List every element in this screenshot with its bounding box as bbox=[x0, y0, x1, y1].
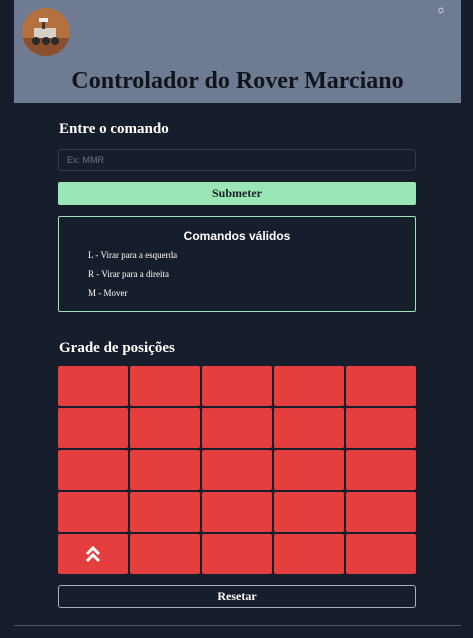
valid-commands-title: Comandos válidos bbox=[183, 229, 291, 243]
command-item-left: L - Virar para a esquerda bbox=[88, 250, 178, 260]
grid-cell bbox=[346, 408, 416, 448]
position-grid bbox=[58, 366, 416, 574]
reset-button[interactable]: Resetar bbox=[58, 585, 416, 608]
grid-cell bbox=[130, 408, 200, 448]
grid-cell bbox=[274, 408, 344, 448]
grid-cell-rover bbox=[58, 534, 128, 574]
grid-cell bbox=[202, 492, 272, 532]
grid-cell bbox=[346, 534, 416, 574]
grid-cell bbox=[58, 492, 128, 532]
grid-cell bbox=[202, 366, 272, 406]
double-chevron-up-icon bbox=[85, 545, 101, 563]
mars-rover-avatar bbox=[22, 8, 70, 56]
grid-cell bbox=[58, 408, 128, 448]
grid-cell bbox=[58, 366, 128, 406]
command-input[interactable] bbox=[58, 149, 416, 171]
submit-button[interactable]: Submeter bbox=[58, 182, 416, 205]
sun-icon[interactable]: ☼ bbox=[435, 4, 447, 16]
command-item-move: M - Mover bbox=[88, 288, 128, 298]
grid-cell bbox=[130, 366, 200, 406]
grid-cell bbox=[202, 450, 272, 490]
grid-cell bbox=[346, 450, 416, 490]
grid-cell bbox=[274, 366, 344, 406]
grid-cell bbox=[130, 492, 200, 532]
grid-cell bbox=[274, 534, 344, 574]
app-header: ☼ Controlador do Rover Marciano bbox=[14, 0, 461, 103]
command-item-right: R - Virar para a direita bbox=[88, 269, 170, 279]
grid-cell bbox=[130, 450, 200, 490]
grid-cell bbox=[202, 534, 272, 574]
grid-cell bbox=[130, 534, 200, 574]
valid-commands-panel: Comandos válidos L - Virar para a esquer… bbox=[58, 216, 416, 312]
grid-heading: Grade de posições bbox=[59, 340, 175, 356]
command-heading: Entre o comando bbox=[59, 121, 169, 137]
grid-cell bbox=[346, 366, 416, 406]
grid-cell bbox=[274, 450, 344, 490]
grid-cell bbox=[274, 492, 344, 532]
footer-divider bbox=[14, 625, 461, 626]
valid-commands-list: L - Virar para a esquerda R - Virar para… bbox=[88, 249, 177, 306]
page-title: Controlador do Rover Marciano bbox=[71, 68, 404, 94]
grid-cell bbox=[202, 408, 272, 448]
grid-cell bbox=[58, 450, 128, 490]
grid-cell bbox=[346, 492, 416, 532]
